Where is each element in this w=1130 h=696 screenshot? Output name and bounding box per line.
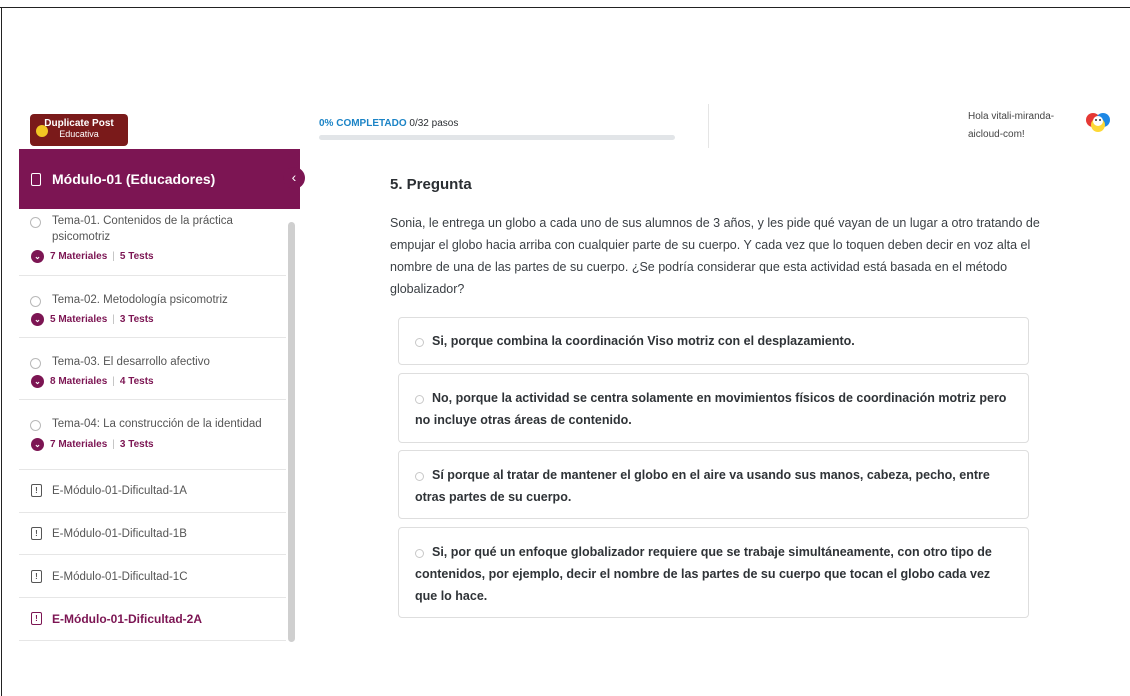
module-header[interactable]: Módulo-01 (Educadores)	[19, 149, 300, 209]
status-circle-icon	[30, 217, 41, 228]
topic-meta[interactable]: ⌄ 7 Materiales | 3 Tests	[31, 438, 154, 451]
status-circle-icon	[30, 420, 41, 431]
header-divider	[708, 104, 709, 148]
chevron-down-icon: ⌄	[31, 438, 44, 451]
progress-bar	[319, 135, 675, 140]
exam-name: E-Módulo-01-Dificultad-1B	[52, 528, 187, 540]
window-frame-left	[1, 7, 2, 696]
question-title: 5. Pregunta	[390, 176, 472, 193]
tests-count: 5 Tests	[119, 251, 154, 263]
avatar[interactable]	[1084, 110, 1112, 134]
tests-count: 4 Tests	[119, 376, 154, 388]
site-logo[interactable]: Duplicate Post Educativa	[30, 114, 128, 146]
window-frame-top	[0, 7, 1130, 8]
topic-name: Tema-03. El desarrollo afectivo	[52, 356, 210, 368]
course-progress: 0% COMPLETADO 0/32 pasos	[319, 118, 679, 140]
topic-name: Tema-02. Metodología psicomotriz	[52, 294, 228, 306]
answer-text: Si, por qué un enfoque globalizador requ…	[415, 545, 992, 603]
answer-option-4[interactable]: Si, por qué un enfoque globalizador requ…	[398, 527, 1029, 618]
exam-icon: !	[31, 612, 42, 625]
answer-option-1[interactable]: Si, porque combina la coordinación Viso …	[398, 317, 1029, 365]
chevron-down-icon: ⌄	[31, 375, 44, 388]
exam-name: E-Módulo-01-Dificultad-1C	[52, 571, 188, 583]
answer-text: Si, porque combina la coordinación Viso …	[432, 334, 855, 348]
topic-name: Tema-04: La construcción de la identidad	[52, 418, 262, 430]
lightbulb-icon	[36, 125, 48, 137]
user-greeting: Hola vitali-miranda-aicloud-com!	[968, 111, 1055, 140]
exam-icon: !	[31, 570, 42, 583]
progress-percent: 0% COMPLETADO	[319, 118, 407, 129]
exam-icon: !	[31, 484, 42, 497]
chevron-down-icon: ⌄	[31, 250, 44, 263]
top-header: Duplicate Post Educativa 0% COMPLETADO 0…	[20, 104, 1130, 148]
answer-text: No, porque la actividad se centra solame…	[415, 391, 1007, 427]
sidebar-topic-2[interactable]: Tema-02. Metodología psicomotriz ⌄ 5 Mate…	[19, 276, 286, 338]
chevron-down-icon: ⌄	[31, 313, 44, 326]
topic-meta[interactable]: ⌄ 7 Materiales | 5 Tests	[31, 250, 154, 263]
materials-count: 7 Materiales	[50, 439, 108, 451]
course-sidebar: Módulo-01 (Educadores) Tema-01. Contenid…	[19, 149, 300, 644]
topic-meta[interactable]: ⌄ 5 Materiales | 3 Tests	[31, 313, 154, 326]
answer-option-2[interactable]: No, porque la actividad se centra solame…	[398, 373, 1029, 443]
sidebar-scrollbar[interactable]	[288, 222, 295, 642]
topic-meta[interactable]: ⌄ 8 Materiales | 4 Tests	[31, 375, 154, 388]
module-title: Módulo-01 (Educadores)	[52, 171, 216, 187]
sidebar-exam-2a[interactable]: ! E-Módulo-01-Dificultad-2A	[19, 598, 286, 641]
status-circle-icon	[30, 296, 41, 307]
exam-name: E-Módulo-01-Dificultad-1A	[52, 485, 187, 497]
answer-text: Sí porque al tratar de mantener el globo…	[415, 468, 990, 504]
sidebar-exam-1c[interactable]: ! E-Módulo-01-Dificultad-1C	[19, 555, 286, 598]
sidebar-exam-1b[interactable]: ! E-Módulo-01-Dificultad-1B	[19, 513, 286, 555]
tests-count: 3 Tests	[119, 439, 154, 451]
progress-steps: 0/32 pasos	[409, 118, 459, 129]
chevron-left-icon[interactable]: ‹	[283, 167, 305, 189]
sidebar-exam-1a[interactable]: ! E-Módulo-01-Dificultad-1A	[19, 470, 286, 513]
exam-icon: !	[31, 527, 42, 540]
sidebar-topic-4[interactable]: Tema-04: La construcción de la identidad…	[19, 400, 286, 470]
materials-count: 8 Materiales	[50, 376, 108, 388]
question-text: Sonia, le entrega un globo a cada uno de…	[390, 216, 1040, 296]
tests-count: 3 Tests	[119, 314, 154, 326]
document-icon	[31, 173, 41, 186]
topic-name: Tema-01. Contenidos de la práctica psico…	[52, 215, 233, 243]
status-circle-icon	[30, 358, 41, 369]
sidebar-topic-3[interactable]: Tema-03. El desarrollo afectivo ⌄ 8 Mater…	[19, 338, 286, 400]
answer-option-3[interactable]: Sí porque al tratar de mantener el globo…	[398, 450, 1029, 519]
materials-count: 5 Materiales	[50, 314, 108, 326]
sidebar-topic-1[interactable]: Tema-01. Contenidos de la práctica psico…	[19, 209, 286, 276]
exam-name: E-Módulo-01-Dificultad-2A	[52, 612, 202, 626]
materials-count: 7 Materiales	[50, 251, 108, 263]
